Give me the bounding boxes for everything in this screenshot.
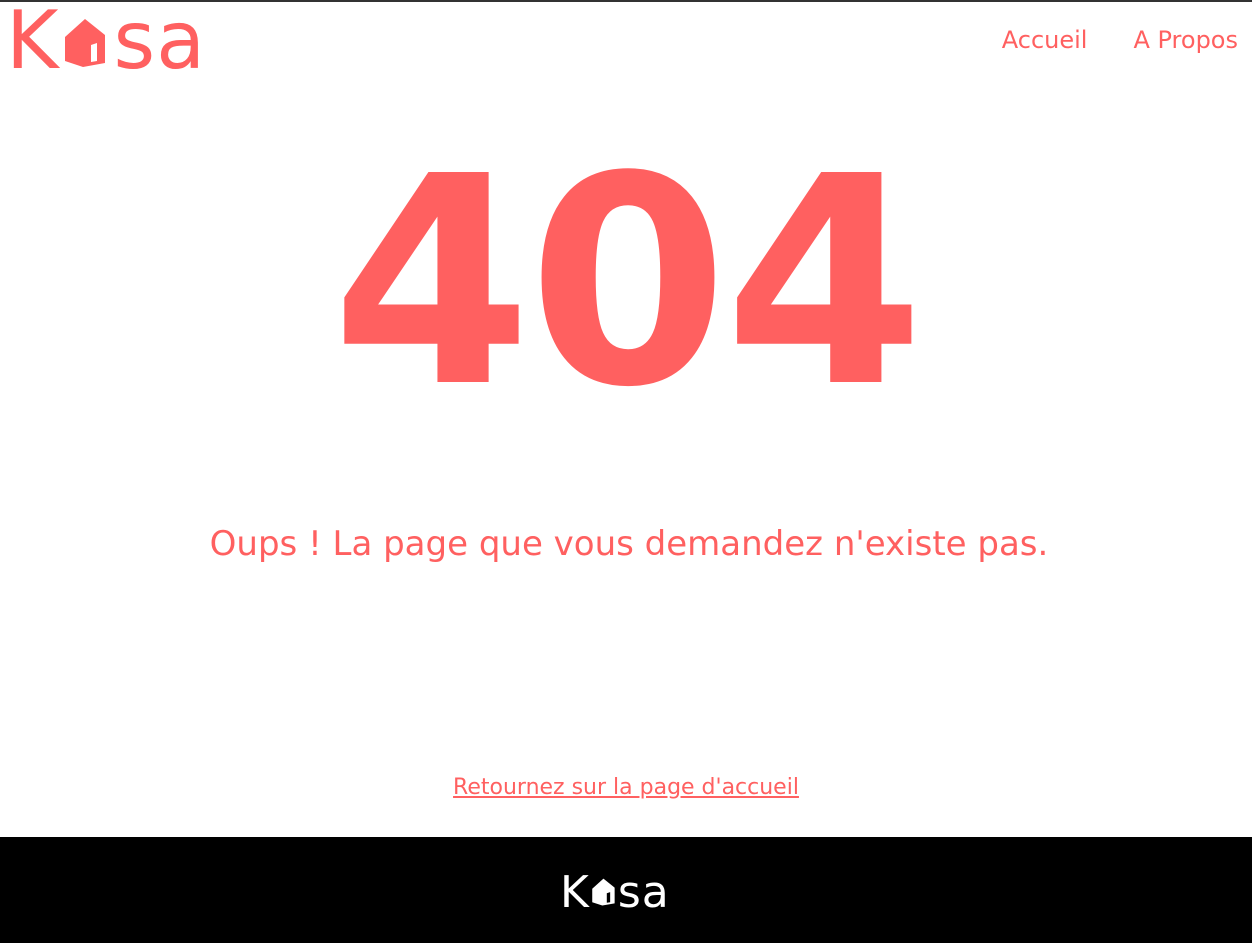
return-home-link[interactable]: Retournez sur la page d'accueil	[453, 775, 799, 800]
logo-letters-sa: sa	[113, 0, 207, 87]
logo-letter-k: K	[6, 0, 60, 87]
house-icon	[590, 876, 618, 910]
site-header: K sa Accueil A Propos	[0, 0, 1252, 87]
main-nav: Accueil A Propos	[1002, 26, 1238, 54]
home-link-container: Retournez sur la page d'accueil	[0, 775, 1252, 800]
footer-logo-letter-k: K	[560, 867, 590, 918]
error-code: 404	[331, 115, 924, 450]
footer-logo: K sa	[560, 867, 670, 918]
nav-link-accueil[interactable]: Accueil	[1002, 26, 1088, 54]
error-message: Oups ! La page que vous demandez n'exist…	[209, 524, 1049, 564]
header-logo[interactable]: K sa	[6, 0, 207, 87]
footer-logo-letters-sa: sa	[617, 867, 670, 918]
nav-link-a-propos[interactable]: A Propos	[1133, 26, 1238, 54]
house-icon	[61, 15, 111, 67]
site-footer: K sa	[0, 837, 1252, 943]
